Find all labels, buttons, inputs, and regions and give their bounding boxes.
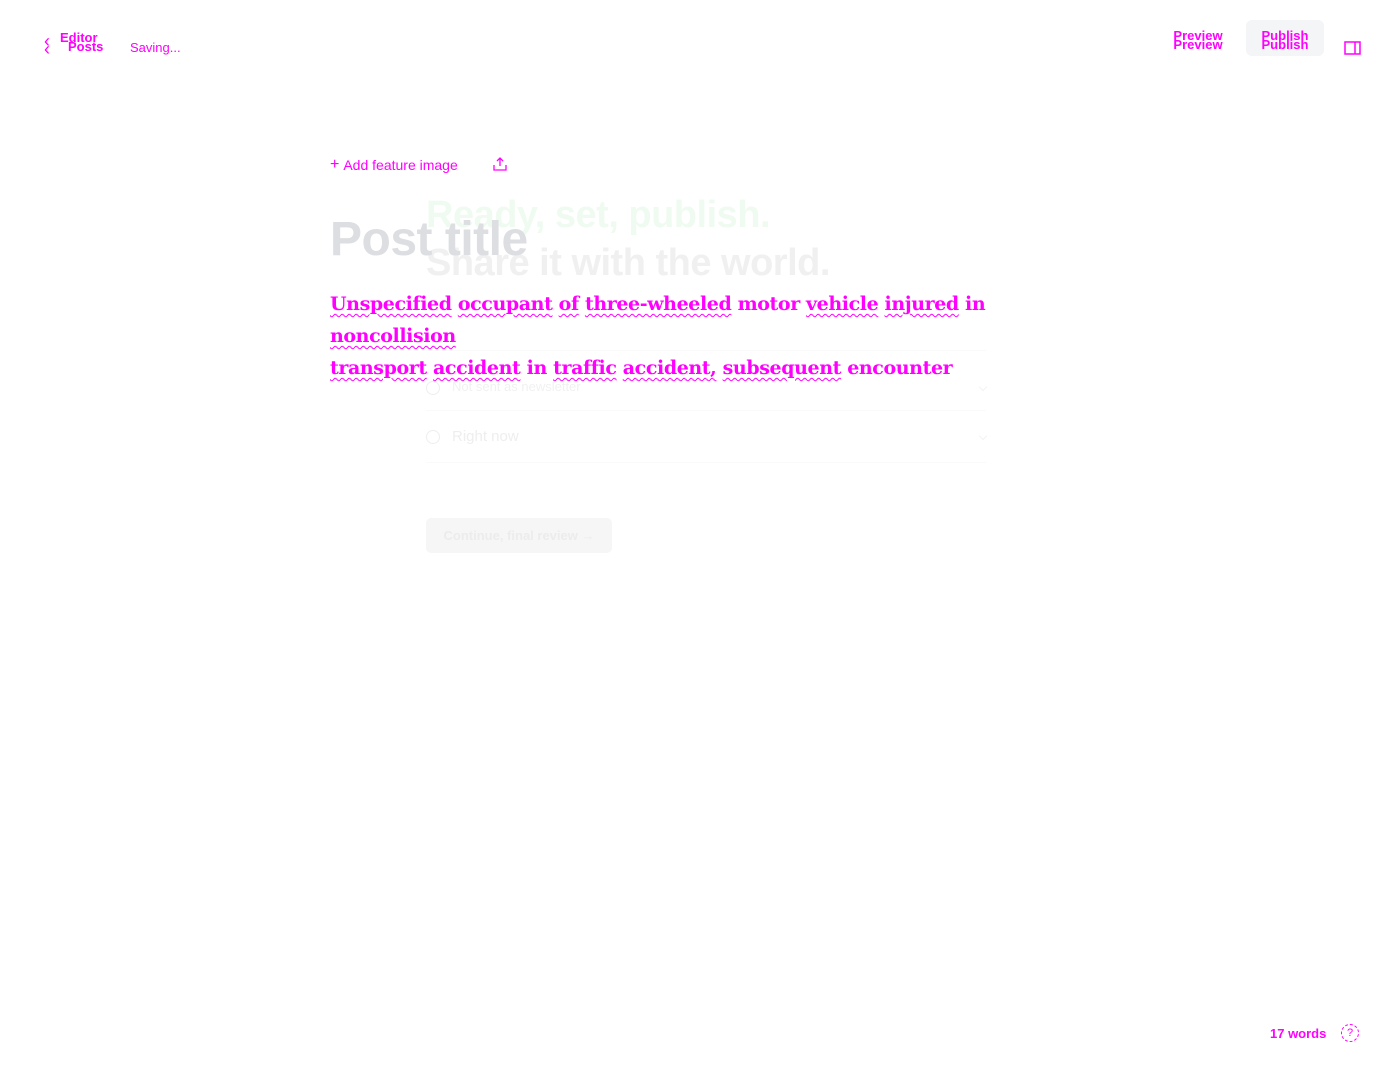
publish-label: Publish	[1261, 37, 1309, 52]
chevron-down-icon	[978, 382, 988, 392]
body-word: motor	[737, 293, 801, 315]
preview-label: Preview	[1173, 37, 1223, 52]
body-word: accident	[432, 357, 521, 379]
body-word: Unspecified	[330, 293, 452, 315]
image-upload-icon[interactable]	[492, 156, 508, 172]
body-word: occupant	[457, 293, 553, 315]
publish-time-option[interactable]: Right now	[426, 427, 988, 451]
body-word: accident,	[622, 357, 717, 379]
divider	[426, 462, 986, 463]
clock-icon	[426, 430, 440, 444]
body-word: transport	[330, 357, 427, 379]
back-to-posts-link[interactable]: ‹ ‹ Editor Posts	[44, 30, 124, 58]
body-word: noncollision	[330, 325, 456, 347]
chevron-left-icon: ‹	[44, 39, 50, 59]
add-feature-image-label: Add feature image	[343, 157, 458, 173]
preview-button[interactable]: Preview Preview	[1163, 28, 1233, 56]
word-count: 17 words	[1270, 1026, 1327, 1041]
body-word: injured	[884, 293, 960, 315]
body-word: in	[526, 357, 548, 379]
body-word: three-wheeled	[584, 293, 732, 315]
add-feature-image-button[interactable]: + Add feature image	[330, 155, 458, 175]
body-line-1: Unspecified occupant of three-wheeled mo…	[330, 288, 1030, 352]
continue-final-review-button[interactable]: Continue, final review →	[426, 518, 612, 553]
post-body-editor[interactable]: Unspecified occupant of three-wheeled mo…	[330, 288, 1030, 384]
body-word: in	[965, 293, 986, 315]
publish-button[interactable]: Publish Publish	[1246, 20, 1324, 56]
post-title-input[interactable]: Post title	[330, 212, 528, 267]
body-line-2: transport accident in traffic accident, …	[330, 352, 1030, 384]
back-label-posts: Posts	[68, 39, 104, 54]
editor-header: ‹ ‹ Editor Posts Saving... Preview Previ…	[0, 0, 1400, 90]
body-word: traffic	[553, 357, 617, 379]
body-word: encounter	[847, 357, 953, 379]
body-word: of	[558, 293, 579, 315]
chevron-down-icon	[978, 431, 988, 441]
publish-time-label: Right now	[452, 428, 519, 445]
plus-icon: +	[330, 156, 340, 173]
body-word: subsequent	[722, 357, 842, 379]
body-word: vehicle	[806, 293, 879, 315]
save-status: Saving...	[130, 40, 181, 55]
help-icon[interactable]: ?	[1341, 1024, 1359, 1042]
sidebar-toggle-icon[interactable]	[1344, 40, 1362, 56]
divider	[426, 410, 986, 411]
